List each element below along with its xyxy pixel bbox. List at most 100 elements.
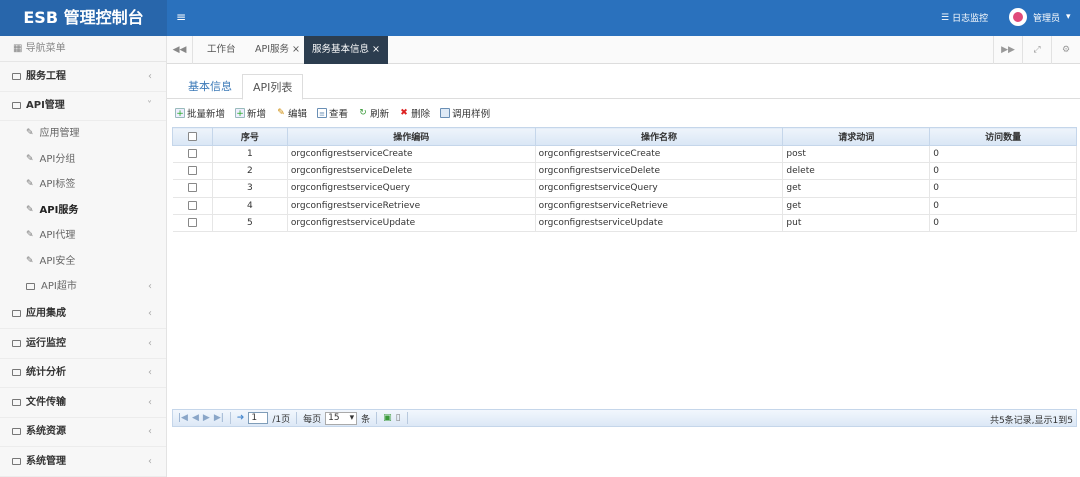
tab-basic-info[interactable]: 基本信息: [178, 74, 242, 99]
sidebar-subitem-api-tag[interactable]: ✎ API标签: [0, 172, 166, 198]
delete-button[interactable]: ✖ 删除: [399, 106, 430, 120]
document-icon[interactable]: ▯: [396, 413, 401, 423]
close-icon[interactable]: ×: [292, 44, 300, 55]
column-header[interactable]: 操作编码: [286, 127, 536, 146]
chevron-left-icon: ‹: [148, 455, 152, 467]
sidebar-subitem-api-proxy[interactable]: ✎ API代理: [0, 223, 166, 249]
per-page-unit: 条: [361, 414, 371, 425]
folder-icon: [12, 339, 21, 347]
chevron-down-icon: ▾: [349, 412, 355, 423]
batch-add-button[interactable]: + 批量新增: [175, 106, 225, 120]
table-cell: put: [782, 214, 931, 232]
sidebar-subitem-api-security[interactable]: ✎ API安全: [0, 248, 166, 274]
user-menu[interactable]: 管理员 ▾: [1009, 8, 1071, 26]
tab-api-service[interactable]: API服务 ×: [247, 36, 308, 64]
sidebar-subitem-api-group[interactable]: ✎ API分组: [0, 146, 166, 172]
button-label: 刷新: [370, 109, 390, 120]
tab-workbench[interactable]: 工作台: [199, 36, 244, 64]
record-info: 共5条记录,显示1到5: [989, 416, 1073, 426]
gear-icon[interactable]: ⚙: [1051, 36, 1080, 64]
sidebar-item-file-transfer[interactable]: 文件传输 ‹: [0, 388, 166, 418]
tabs-scroll-left-icon[interactable]: ◀◀: [167, 36, 193, 64]
sidebar-item-statistics[interactable]: 统计分析 ‹: [0, 359, 166, 388]
column-header[interactable]: 序号: [211, 127, 288, 146]
tabs-scroll-right-icon[interactable]: ▶▶: [993, 36, 1022, 64]
table-header-row: 序号 操作编码 操作名称 请求动词 访问数量: [172, 127, 1077, 146]
table-cell: 1: [212, 145, 288, 164]
next-page-icon[interactable]: ▶: [203, 413, 210, 423]
pencil-icon: ✎: [277, 108, 285, 118]
table-row[interactable]: 3 orgconfigrestserviceQuery orgconfigres…: [172, 179, 1077, 198]
sidebar-item-runtime-monitor[interactable]: 运行监控 ‹: [0, 329, 166, 359]
sidebar-item-app-integration[interactable]: 应用集成 ‹: [0, 300, 166, 329]
per-page-label: 每页: [303, 414, 322, 425]
table-row[interactable]: 5 orgconfigrestserviceUpdate orgconfigre…: [172, 214, 1077, 232]
page-number-input[interactable]: 1: [248, 412, 269, 424]
sidebar-item-service-project[interactable]: 服务工程 ‹: [0, 62, 166, 92]
first-page-icon[interactable]: |◀: [178, 413, 188, 423]
tab-label: 工作台: [207, 44, 236, 55]
row-checkbox[interactable]: [187, 183, 197, 193]
menu-toggle-icon[interactable]: ≡: [176, 10, 186, 24]
table-cell: 2: [212, 162, 288, 181]
page-size-value: 15: [328, 412, 340, 423]
api-table: 序号 操作编码 操作名称 请求动词 访问数量 1 orgconfigrestse…: [172, 127, 1077, 232]
edit-button[interactable]: ✎ 编辑: [276, 106, 307, 120]
select-all-checkbox[interactable]: [187, 131, 197, 141]
nav-header: ▦ 导航菜单: [0, 36, 166, 62]
row-checkbox[interactable]: [187, 200, 197, 210]
table-cell: get: [782, 179, 931, 198]
nav-header-label: 导航菜单: [25, 43, 66, 54]
table-row[interactable]: 4 orgconfigrestserviceRetrieve orgconfig…: [172, 197, 1077, 215]
tab-api-list[interactable]: API列表: [242, 74, 304, 100]
chevron-left-icon: ‹: [148, 281, 152, 292]
column-header[interactable]: 访问数量: [929, 127, 1077, 146]
sidebar-item-system-management[interactable]: 系统管理 ‹: [0, 447, 166, 477]
column-header[interactable]: 操作名称: [534, 127, 784, 146]
folder-icon: [12, 428, 21, 436]
top-bar: ESB 管理控制台 ≡ ☰ 日志监控 管理员 ▾: [0, 0, 1080, 36]
column-header[interactable]: 请求动词: [782, 127, 931, 146]
total-pages-text: /1页: [272, 414, 291, 425]
go-arrow-icon[interactable]: ➜: [237, 413, 245, 423]
list-icon: ☰: [941, 12, 950, 23]
table-cell: 0: [929, 162, 1077, 181]
sidebar-subitem-api-service[interactable]: ✎ API服务: [0, 197, 166, 223]
sidebar-item-label: 应用集成: [26, 308, 66, 319]
tab-service-basic-info[interactable]: 服务基本信息 ×: [304, 36, 388, 64]
wrench-icon: ✎: [26, 153, 34, 164]
folder-icon: [12, 369, 21, 377]
add-button[interactable]: + 新增: [235, 106, 266, 120]
wrench-icon: ✎: [26, 128, 34, 138]
close-icon[interactable]: ×: [372, 44, 380, 55]
row-checkbox[interactable]: [187, 217, 197, 227]
refresh-button[interactable]: ↻ 刷新: [358, 106, 389, 120]
button-label: 删除: [411, 109, 431, 120]
log-monitor-link[interactable]: ☰ 日志监控: [941, 11, 988, 25]
last-page-icon[interactable]: ▶|: [214, 413, 224, 423]
sidebar-subitem-api-market[interactable]: API超市 ‹: [0, 274, 166, 300]
sidebar-subitem-app-management[interactable]: ✎ 应用管理: [0, 121, 166, 147]
table-cell: 0: [929, 214, 1077, 232]
image-icon: [440, 108, 451, 118]
sidebar-item-system-resources[interactable]: 系统资源 ‹: [0, 418, 166, 447]
table-row[interactable]: 1 orgconfigrestserviceCreate orgconfigre…: [172, 145, 1077, 164]
prev-page-icon[interactable]: ◀: [192, 413, 199, 423]
avatar: [1009, 8, 1027, 26]
fullscreen-icon[interactable]: ⤢: [1022, 36, 1051, 64]
folder-icon: [12, 398, 21, 406]
table-row[interactable]: 2 orgconfigrestserviceDelete orgconfigre…: [172, 162, 1077, 181]
view-button[interactable]: ≡ 查看: [317, 106, 348, 120]
sidebar-item-label: 文件传输: [26, 396, 66, 408]
row-checkbox[interactable]: [187, 166, 197, 176]
wrench-icon: ✎: [26, 179, 34, 189]
row-checkbox[interactable]: [187, 149, 197, 159]
export-excel-icon[interactable]: ▣: [383, 413, 392, 423]
table-cell: get: [782, 197, 931, 215]
call-sample-button[interactable]: 调用样例: [440, 106, 490, 120]
button-label: 调用样例: [452, 109, 491, 120]
chevron-left-icon: ‹: [148, 337, 152, 349]
sidebar-item-api-management[interactable]: API管理 ˅: [0, 92, 166, 121]
page-size-select[interactable]: 15 ▾: [325, 411, 358, 425]
folder-icon: [12, 72, 21, 80]
